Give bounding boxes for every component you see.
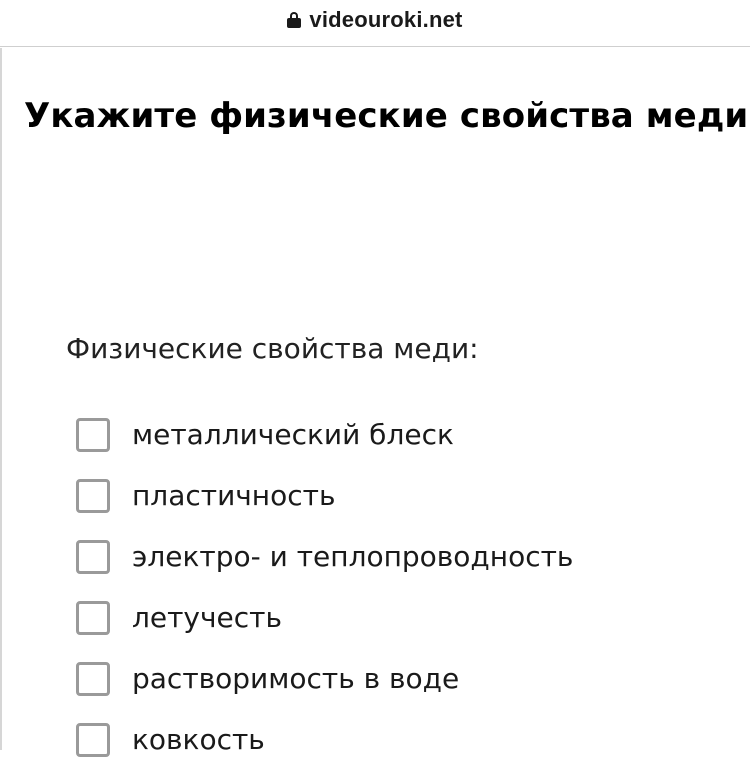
page-title: Укажите физические свойства меди. bbox=[24, 96, 750, 136]
option-label[interactable]: электро- и теплопроводность bbox=[132, 540, 573, 573]
checkbox[interactable] bbox=[76, 417, 110, 452]
option-label[interactable]: металлический блеск bbox=[132, 418, 454, 451]
option-volatility[interactable]: летучесть bbox=[76, 587, 573, 648]
checkbox[interactable] bbox=[76, 539, 110, 574]
page-content: Укажите физические свойства меди. Физиче… bbox=[0, 48, 750, 757]
option-label[interactable]: пластичность bbox=[132, 479, 335, 512]
checkbox[interactable] bbox=[76, 722, 110, 757]
option-water-solubility[interactable]: растворимость в воде bbox=[76, 648, 573, 709]
option-conductivity[interactable]: электро- и теплопроводность bbox=[76, 526, 573, 587]
url-text[interactable]: videouroki.net bbox=[309, 7, 462, 33]
option-label[interactable]: ковкость bbox=[132, 723, 265, 756]
checkbox[interactable] bbox=[76, 661, 110, 696]
options-list: металлический блеск пластичность электро… bbox=[76, 404, 573, 770]
option-label[interactable]: растворимость в воде bbox=[132, 662, 459, 695]
address-bar[interactable]: videouroki.net bbox=[0, 0, 750, 47]
checkbox[interactable] bbox=[76, 478, 110, 513]
lock-icon bbox=[287, 12, 302, 28]
option-metallic-luster[interactable]: металлический блеск bbox=[76, 404, 573, 465]
question-label: Физические свойства меди: bbox=[66, 332, 479, 365]
checkbox[interactable] bbox=[76, 600, 110, 635]
option-plasticity[interactable]: пластичность bbox=[76, 465, 573, 526]
option-malleability[interactable]: ковкость bbox=[76, 709, 573, 770]
option-label[interactable]: летучесть bbox=[132, 601, 282, 634]
